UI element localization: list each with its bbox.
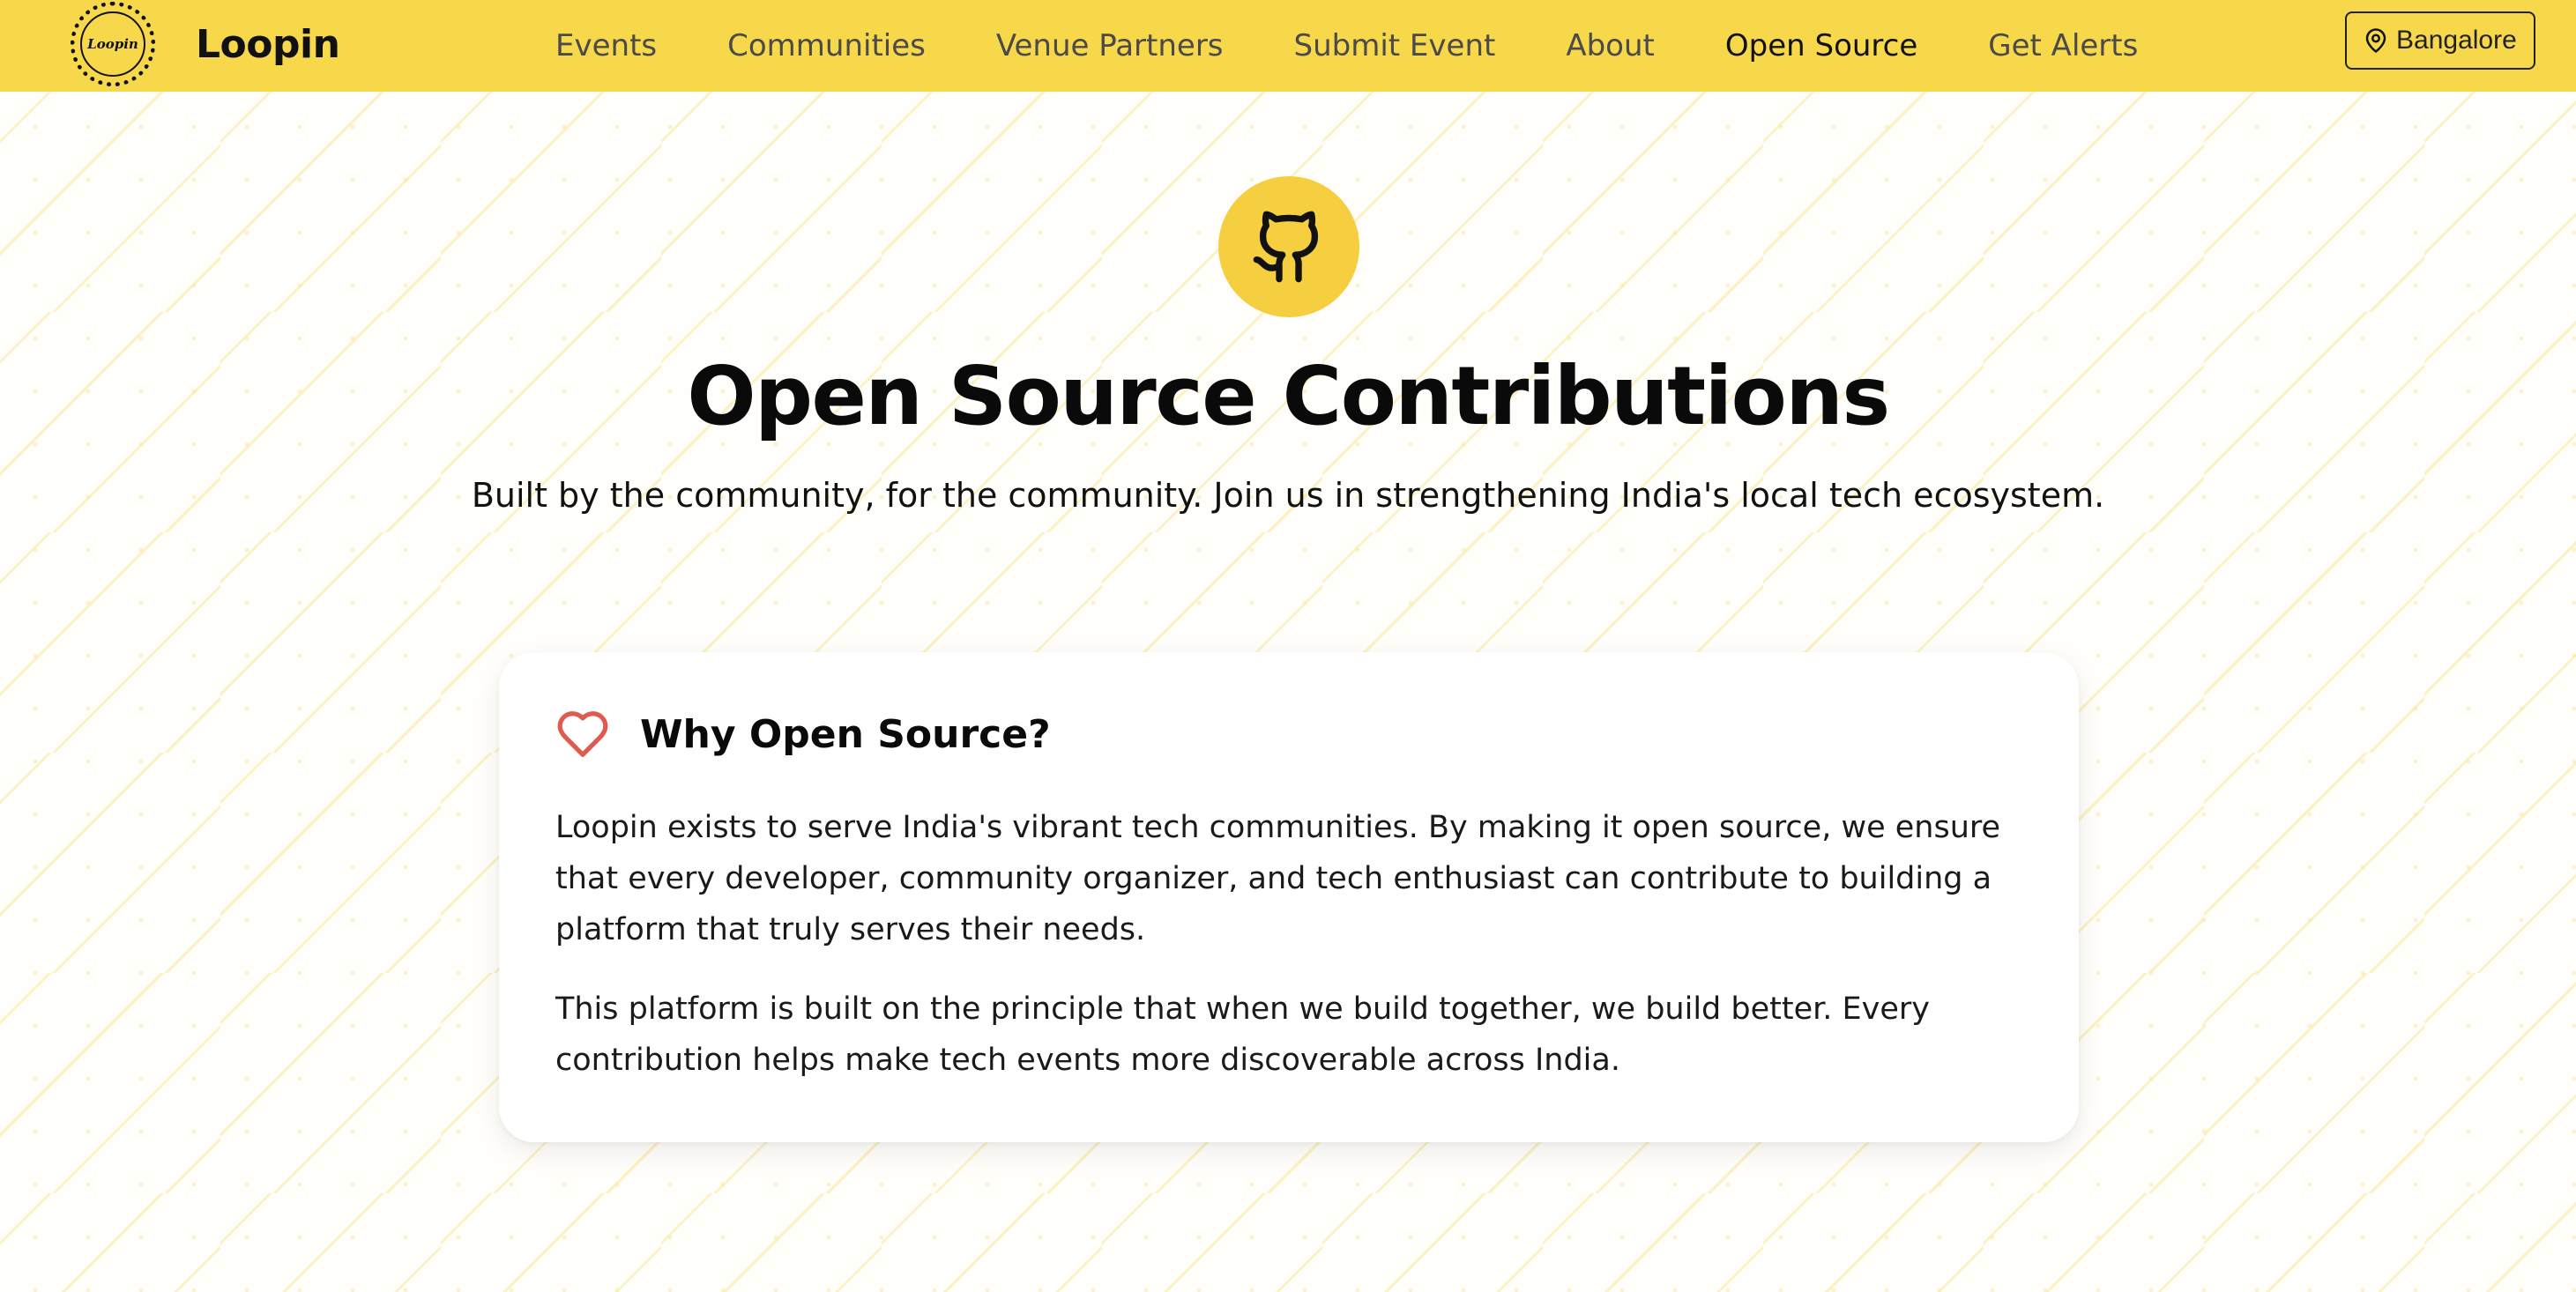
- map-pin-icon: [2365, 28, 2386, 53]
- why-open-source-card: Why Open Source? Loopin exists to serve …: [499, 652, 2079, 1142]
- nav-item-communities[interactable]: Communities: [727, 28, 926, 63]
- card-header: Why Open Source?: [555, 703, 2024, 765]
- top-navbar: Loopin Loopin Events Communities Venue P…: [0, 0, 2576, 92]
- main-nav: Events Communities Venue Partners Submit…: [555, 0, 2208, 92]
- logo-badge-text: Loopin: [80, 11, 145, 77]
- brand-name: Loopin: [196, 21, 340, 67]
- logo-badge: Loopin: [71, 2, 155, 86]
- card-paragraph-1: Loopin exists to serve India's vibrant t…: [555, 810, 2001, 947]
- card-title: Why Open Source?: [640, 711, 1051, 757]
- nav-item-venue-partners[interactable]: Venue Partners: [996, 28, 1224, 63]
- brand-home-link[interactable]: Loopin Loopin: [71, 2, 340, 86]
- github-icon: [1253, 211, 1319, 283]
- location-selector-button[interactable]: Bangalore: [2345, 11, 2535, 70]
- nav-item-open-source[interactable]: Open Source: [1725, 28, 1917, 63]
- nav-item-events[interactable]: Events: [555, 28, 657, 63]
- nav-item-get-alerts[interactable]: Get Alerts: [1988, 28, 2138, 63]
- heart-icon: [557, 711, 608, 757]
- nav-item-submit-event[interactable]: Submit Event: [1294, 28, 1496, 63]
- card-paragraph-2: This platform is built on the principle …: [555, 991, 1931, 1078]
- page-subtitle: Built by the community, for the communit…: [471, 476, 2105, 515]
- location-label: Bangalore: [2396, 26, 2517, 55]
- github-icon-badge: [1218, 176, 1359, 317]
- nav-item-about[interactable]: About: [1566, 28, 1655, 63]
- page-title: Open Source Contributions: [687, 349, 1890, 443]
